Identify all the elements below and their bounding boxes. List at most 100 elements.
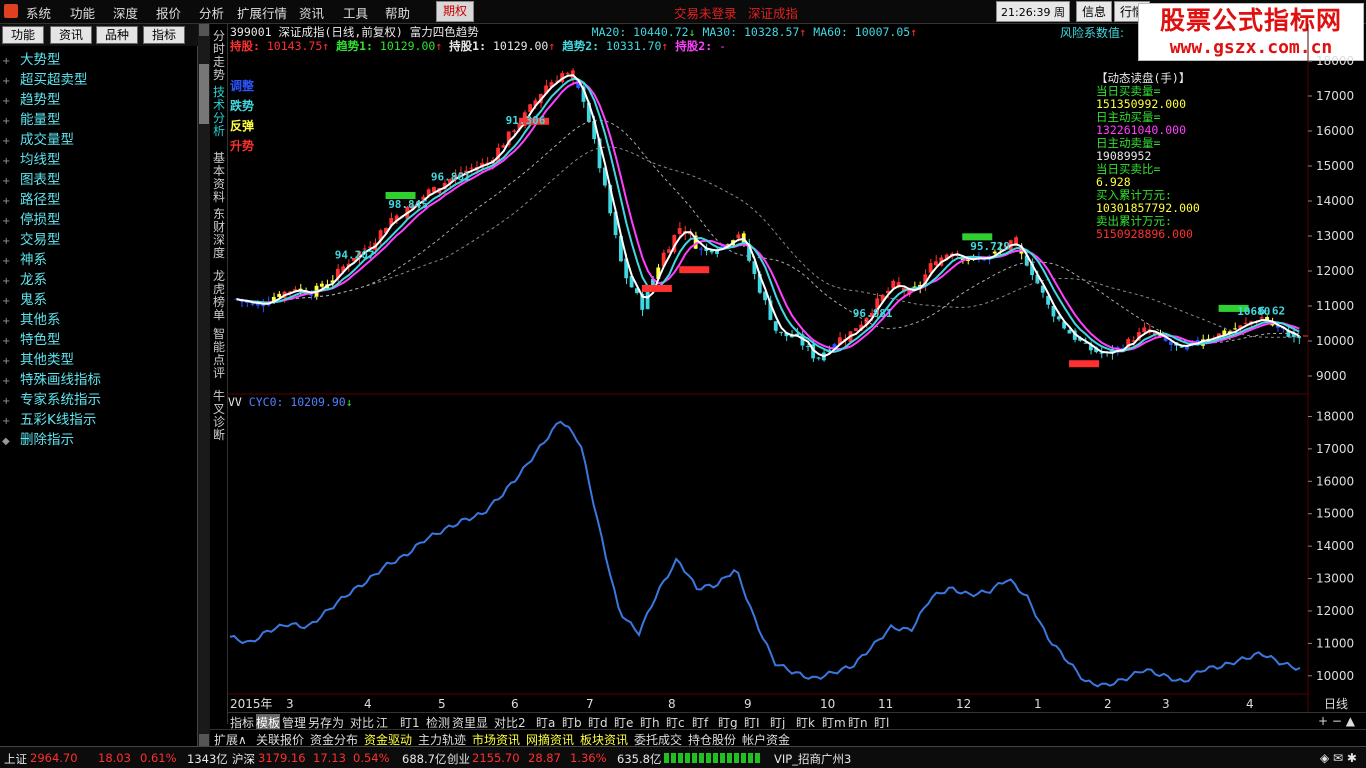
candle-body xyxy=(677,228,682,234)
signal-light xyxy=(685,753,690,763)
tab-indicator[interactable]: 指标 xyxy=(143,26,185,44)
scroll-up-icon[interactable] xyxy=(199,24,209,36)
menu-analysis[interactable]: 分析 xyxy=(199,3,224,22)
zoom-controls[interactable]: + − ▲ xyxy=(1318,714,1355,728)
signal-light xyxy=(734,753,739,763)
status-icons[interactable]: ◈ ✉ ✱ xyxy=(1320,751,1357,765)
candle-body xyxy=(261,304,266,307)
expand-icon[interactable]: + xyxy=(2,332,20,352)
indicator-category-item[interactable]: + 停损型 xyxy=(2,210,196,230)
expand-icon[interactable]: + xyxy=(2,292,20,312)
vtab-2[interactable]: 基本资料 xyxy=(211,152,227,204)
expand-icon[interactable]: + xyxy=(2,252,20,272)
scroll-down-icon[interactable] xyxy=(199,734,209,746)
x-tick-label: 8 xyxy=(668,697,676,711)
vtab-0[interactable]: 分时走势 xyxy=(211,30,227,82)
expand-icon[interactable]: + xyxy=(2,372,20,392)
indicator-category-item[interactable]: + 专家系统指示 xyxy=(2,390,196,410)
menu-quote[interactable]: 报价 xyxy=(156,3,181,22)
tab-instrument[interactable]: 品种 xyxy=(96,26,138,44)
expand-icon[interactable]: + xyxy=(2,132,20,152)
cy-index-label[interactable]: 创业 xyxy=(447,751,470,767)
indicator-category-item[interactable]: + 五彩K线指示 xyxy=(2,410,196,430)
candle-body xyxy=(853,328,858,331)
vtab-5[interactable]: 智能点评 xyxy=(211,328,227,380)
indicator-category-item[interactable]: + 大势型 xyxy=(2,50,196,70)
expand-icon[interactable]: + xyxy=(2,352,20,372)
broker-server[interactable]: VIP_招商广州3 xyxy=(774,751,851,767)
menu-help[interactable]: 帮助 xyxy=(385,3,410,22)
menu-depth[interactable]: 深度 xyxy=(113,3,138,22)
info-button[interactable]: 信息 xyxy=(1076,1,1112,22)
indicator-category-item[interactable]: + 鬼系 xyxy=(2,290,196,310)
menu-tools[interactable]: 工具 xyxy=(343,3,368,22)
chart-area[interactable]: 9000 10000 11000 12000 13000 14000 15000 16000 1… xyxy=(228,24,1366,712)
indicator-category-item[interactable]: + 特色型 xyxy=(2,330,196,350)
hs-index-volume: 688.7亿 xyxy=(402,752,447,766)
menu-system[interactable]: 系统 xyxy=(26,3,51,22)
indicator-category-item[interactable]: + 龙系 xyxy=(2,270,196,290)
trade-login-warning[interactable]: 交易未登录 xyxy=(674,3,737,22)
candle-body xyxy=(699,248,703,250)
signal-light xyxy=(741,753,746,763)
indicator-category-item[interactable]: + 其他类型 xyxy=(2,350,196,370)
vtab-3[interactable]: 东财深度 xyxy=(211,208,227,260)
left-panel-scrollbar[interactable] xyxy=(198,24,210,746)
tab-news[interactable]: 资讯 xyxy=(50,26,92,44)
expand-icon[interactable]: + xyxy=(2,112,20,132)
indicator-category-item[interactable]: + 能量型 xyxy=(2,110,196,130)
trend-value-label: 6.62 xyxy=(1259,304,1286,317)
y-tick-label: 10000 xyxy=(1316,334,1354,348)
indicator-category-label: 均线型 xyxy=(20,152,61,168)
ma30-up-arrow-icon: ↑ xyxy=(799,25,807,39)
expand-icon[interactable]: + xyxy=(2,212,20,232)
indicator-category-item[interactable]: + 趋势型 xyxy=(2,90,196,110)
indicator-category-item[interactable]: + 其他系 xyxy=(2,310,196,330)
expand-icon[interactable]: + xyxy=(2,392,20,412)
menu-function[interactable]: 功能 xyxy=(70,3,95,22)
buy-signal-marker xyxy=(679,266,710,274)
expand-icon[interactable]: + xyxy=(2,72,20,92)
vtab-4[interactable]: 龙虎榜单 xyxy=(211,270,227,322)
indicator-category-item[interactable]: + 神系 xyxy=(2,250,196,270)
app-logo-icon[interactable] xyxy=(4,4,18,18)
signal-arrow-icon: ↑ xyxy=(661,39,676,53)
tab-function[interactable]: 功能 xyxy=(2,26,44,44)
indicator-category-label: 其他系 xyxy=(20,312,61,328)
vtab-6[interactable]: 牛叉诊断 xyxy=(211,390,227,442)
expand-icon[interactable]: + xyxy=(2,192,20,212)
menu-news[interactable]: 资讯 xyxy=(299,3,324,22)
expand-icon[interactable]: + xyxy=(2,232,20,252)
vtab-1[interactable]: 技术分析 xyxy=(211,86,227,138)
x-tick-label: 11 xyxy=(878,697,893,711)
options-button[interactable]: 期权 xyxy=(436,1,474,22)
indicator-category-item[interactable]: + 路径型 xyxy=(2,190,196,210)
expand-icon[interactable]: + xyxy=(2,412,20,432)
indicator-category-item[interactable]: + 特殊画线指标 xyxy=(2,370,196,390)
hs-index-label[interactable]: 沪深 xyxy=(232,751,255,767)
expand-icon[interactable]: + xyxy=(2,172,20,192)
scroll-thumb[interactable] xyxy=(199,64,209,124)
indicator-category-item[interactable]: + 均线型 xyxy=(2,150,196,170)
indicator-category-item[interactable]: + 图表型 xyxy=(2,170,196,190)
expand-icon[interactable]: + xyxy=(2,272,20,292)
cyc0-value: CYC0: 10209.90 xyxy=(248,395,346,409)
menu-extended-market[interactable]: 扩展行情 xyxy=(237,3,287,22)
indicator-category-item[interactable]: + 交易型 xyxy=(2,230,196,250)
expand-icon[interactable]: + xyxy=(2,92,20,112)
indicator-category-item[interactable]: + 成交量型 xyxy=(2,130,196,150)
left-panel-tabs: 功能 资讯 品种 指标 xyxy=(0,24,198,46)
signal-arrow-icon: ↑ xyxy=(322,39,337,53)
candle-body xyxy=(1243,322,1248,324)
vertical-view-tabs: 分时走势技术分析基本资料东财深度龙虎榜单智能点评牛叉诊断 xyxy=(210,24,228,724)
sh-index-label[interactable]: 上证 xyxy=(4,751,27,767)
expand-icon[interactable]: + xyxy=(2,52,20,72)
clock-display: 21:26:39 周二 xyxy=(996,1,1070,40)
indicator-category-item[interactable]: + 超买超卖型 xyxy=(2,70,196,90)
expand-icon[interactable]: + xyxy=(2,152,20,172)
expand-icon[interactable]: + xyxy=(2,312,20,332)
indicator-category-label: 大势型 xyxy=(20,52,61,68)
delete-icon[interactable]: ◆ xyxy=(2,432,20,452)
indicator-category-item[interactable]: ◆ 删除指示 xyxy=(2,430,196,450)
indicator-toolbar: 指标 模板 管理 另存为 对比江盯1 检测 资里显 对比2 盯a 盯b 盯d 盯e 盯h 盯c 盯f 盯g 盯I… xyxy=(228,712,1366,731)
